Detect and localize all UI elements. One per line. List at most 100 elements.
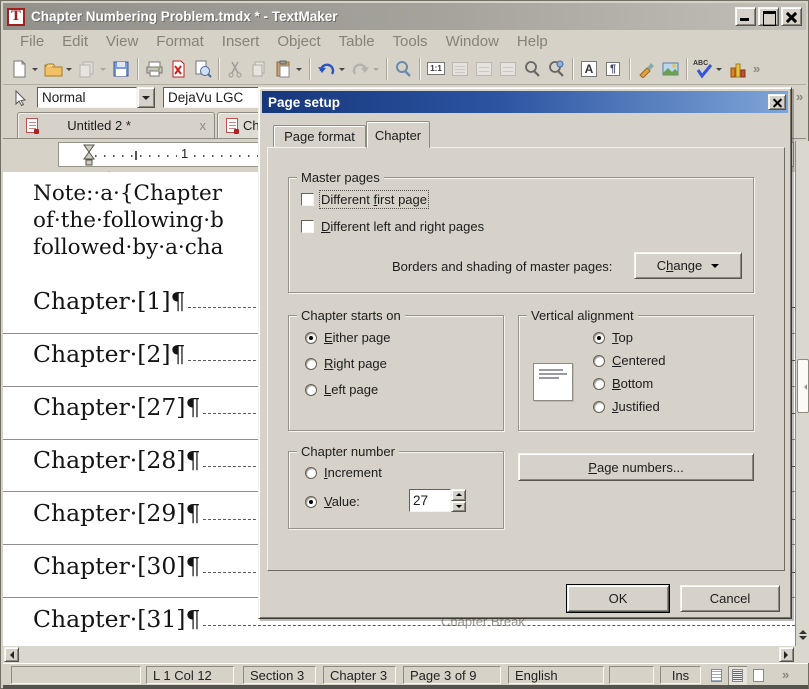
- value-radio[interactable]: Value:: [305, 494, 360, 509]
- status-language: English: [508, 666, 604, 684]
- scrollbar-corner: [795, 646, 809, 663]
- format-brush-icon[interactable]: [634, 57, 658, 81]
- window-title: Chapter Numbering Problem.tmdx * - TextM…: [31, 9, 733, 24]
- maximize-button[interactable]: [758, 7, 779, 26]
- toolbar-separator: [218, 58, 219, 80]
- menu-format[interactable]: Format: [147, 31, 213, 52]
- menu-object[interactable]: Object: [268, 31, 329, 52]
- indent-marker[interactable]: [83, 144, 95, 166]
- browse-previous-icon[interactable]: [799, 626, 807, 634]
- valign-bottom-radio[interactable]: Bottom: [593, 376, 653, 391]
- toolbar-separator: [309, 58, 310, 80]
- menu-view[interactable]: View: [97, 31, 147, 52]
- new-document-icon[interactable]: [7, 57, 31, 81]
- menu-tools[interactable]: Tools: [384, 31, 437, 52]
- vertical-scrollbar-thumb[interactable]: [797, 359, 809, 413]
- chapter-starts-on-group: Chapter starts on Either page Right page…: [288, 315, 504, 431]
- save-icon[interactable]: [109, 57, 133, 81]
- print-preview-icon[interactable]: [190, 57, 214, 81]
- tab-chapter[interactable]: Chapter: [366, 121, 430, 148]
- valign-centered-radio[interactable]: Centered: [593, 353, 665, 368]
- open-file-icon[interactable]: [41, 57, 65, 81]
- different-left-right-checkbox[interactable]: Different left and right pages: [301, 219, 484, 234]
- valign-top-radio[interactable]: Top: [593, 330, 633, 345]
- menu-file[interactable]: File: [11, 31, 53, 52]
- insert-picture-icon[interactable]: [658, 57, 682, 81]
- redo-icon[interactable]: [348, 57, 372, 81]
- character-format-icon[interactable]: A: [577, 57, 601, 81]
- export-pdf-icon[interactable]: [166, 57, 190, 81]
- scroll-left-button[interactable]: [4, 647, 19, 662]
- formatbar-overflow-icon[interactable]: »: [796, 89, 803, 104]
- radio-button: [593, 355, 605, 367]
- paste-dropdown[interactable]: [296, 68, 302, 74]
- two-pages-icon[interactable]: [496, 57, 520, 81]
- view-fullpage-button[interactable]: [749, 666, 768, 685]
- chapter-number-spinner[interactable]: 27: [409, 489, 466, 512]
- value-input[interactable]: 27: [409, 489, 451, 512]
- toolbar-separator: [572, 58, 573, 80]
- vertical-scrollbar[interactable]: [795, 141, 809, 646]
- save-copy-dropdown[interactable]: [100, 68, 106, 74]
- tab-close-icon[interactable]: x: [189, 118, 206, 133]
- menu-insert[interactable]: Insert: [213, 31, 269, 52]
- paragraph-format-icon[interactable]: ¶: [601, 57, 625, 81]
- redo-dropdown[interactable]: [373, 68, 379, 74]
- spellcheck-icon[interactable]: ABC: [691, 57, 715, 81]
- zoom-in-icon[interactable]: [520, 57, 544, 81]
- menu-edit[interactable]: Edit: [53, 31, 97, 52]
- view-layout-button[interactable]: [728, 666, 747, 685]
- save-copy-icon[interactable]: [75, 57, 99, 81]
- style-value: Normal: [37, 87, 137, 108]
- print-icon[interactable]: [142, 57, 166, 81]
- radio-button: [305, 467, 317, 479]
- fit-width-icon[interactable]: [448, 57, 472, 81]
- minimize-button[interactable]: [735, 7, 756, 26]
- close-button[interactable]: [781, 7, 802, 26]
- search-icon[interactable]: [391, 57, 415, 81]
- window-bottom-edge: [3, 685, 808, 689]
- cut-icon[interactable]: [223, 57, 247, 81]
- horizontal-scrollbar[interactable]: [3, 646, 795, 663]
- undo-icon[interactable]: [314, 57, 338, 81]
- dialog-title: Page setup: [268, 95, 768, 110]
- chapter-starts-on-legend: Chapter starts on: [297, 308, 405, 323]
- valign-justified-radio[interactable]: Justified: [593, 399, 660, 414]
- undo-dropdown[interactable]: [339, 68, 345, 74]
- object-pointer-icon[interactable]: [9, 86, 33, 110]
- spin-down-icon[interactable]: [451, 501, 466, 513]
- tab-page-format[interactable]: Page format: [273, 125, 366, 147]
- cancel-button[interactable]: Cancel: [680, 585, 780, 612]
- scroll-right-button[interactable]: [779, 647, 794, 662]
- new-document-dropdown[interactable]: [32, 68, 38, 74]
- open-file-dropdown[interactable]: [66, 68, 72, 74]
- left-page-radio[interactable]: Left page: [305, 382, 378, 397]
- browse-next-icon[interactable]: [799, 636, 807, 644]
- increment-radio[interactable]: Increment: [305, 465, 382, 480]
- style-dropdown-button[interactable]: [137, 87, 155, 108]
- page-numbers-button[interactable]: Page numbers...: [518, 453, 754, 481]
- menu-table[interactable]: Table: [330, 31, 384, 52]
- copy-icon[interactable]: [247, 57, 271, 81]
- menu-window[interactable]: Window: [437, 31, 508, 52]
- paste-icon[interactable]: [271, 57, 295, 81]
- right-page-radio[interactable]: Right page: [305, 356, 387, 371]
- ok-button[interactable]: OK: [567, 585, 669, 612]
- page-setup-dialog: Page setup Page format Chapter Master pa…: [258, 87, 792, 619]
- different-first-page-checkbox[interactable]: Different first page: [301, 192, 427, 207]
- either-page-radio[interactable]: Either page: [305, 330, 391, 345]
- fit-page-icon[interactable]: [472, 57, 496, 81]
- dialog-close-icon[interactable]: [768, 94, 786, 110]
- doc-tab-untitled[interactable]: Untitled 2 * x: [17, 112, 215, 138]
- paragraph-style-combo[interactable]: Normal: [37, 87, 155, 108]
- spin-up-icon[interactable]: [451, 489, 466, 501]
- view-normal-button[interactable]: [707, 666, 726, 685]
- spellcheck-dropdown[interactable]: [716, 68, 722, 74]
- change-button[interactable]: Change: [634, 252, 742, 279]
- toolbar-overflow-icon[interactable]: »: [753, 61, 760, 76]
- statusbar-overflow-icon[interactable]: »: [782, 667, 789, 682]
- zoom-100-icon[interactable]: 1:1: [424, 57, 448, 81]
- chart-icon[interactable]: [725, 57, 749, 81]
- menu-help[interactable]: Help: [508, 31, 557, 52]
- zoom-page-icon[interactable]: [544, 57, 568, 81]
